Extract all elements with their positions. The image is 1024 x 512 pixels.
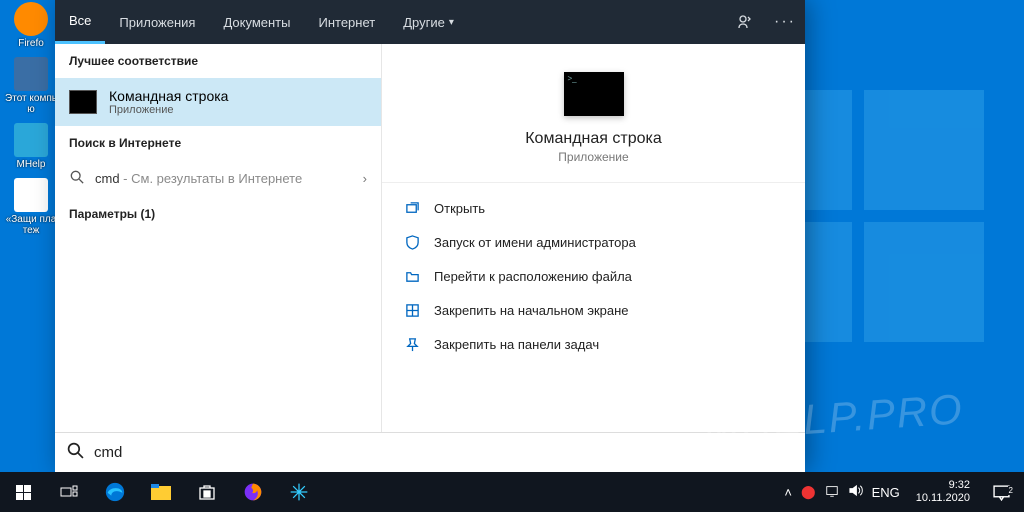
result-preview-pane: Командная строка Приложение Открыть Запу… <box>382 44 805 432</box>
tab-documents[interactable]: Документы <box>209 0 304 44</box>
tray-security-icon[interactable]: ⬤ <box>801 484 816 500</box>
taskbar-app-firefox[interactable] <box>230 472 276 512</box>
desktop-icons: Firefo Этот компью MHelp «Защи платеж <box>4 0 58 244</box>
taskbar-app-edge[interactable] <box>92 472 138 512</box>
pin-taskbar-icon <box>404 336 420 352</box>
more-options-icon[interactable]: ··· <box>765 0 805 44</box>
chevron-down-icon: ▾ <box>449 17 454 28</box>
open-icon <box>404 200 420 216</box>
task-view-button[interactable] <box>46 472 92 512</box>
action-pin-taskbar[interactable]: Закрепить на панели задач <box>382 327 805 361</box>
tray-network-icon[interactable] <box>825 484 839 501</box>
shield-icon <box>404 234 420 250</box>
search-input-row <box>55 432 805 472</box>
cmd-icon <box>69 90 97 114</box>
tray-chevron-up-icon[interactable]: ˄ <box>784 485 792 500</box>
app-tile-icon <box>564 72 624 116</box>
section-web: Поиск в Интернете <box>55 126 381 160</box>
preview-actions: Открыть Запуск от имени администратора П… <box>382 183 805 369</box>
tab-apps[interactable]: Приложения <box>105 0 209 44</box>
action-pin-start[interactable]: Закрепить на начальном экране <box>382 293 805 327</box>
chevron-right-icon: › <box>363 171 367 186</box>
action-open[interactable]: Открыть <box>382 191 805 225</box>
result-best-match[interactable]: Командная строка Приложение <box>55 78 381 126</box>
search-panel: Все Приложения Документы Интернет Другие… <box>55 0 805 472</box>
taskbar-app-explorer[interactable] <box>138 472 184 512</box>
search-tabs: Все Приложения Документы Интернет Другие… <box>55 0 805 44</box>
action-run-as-admin[interactable]: Запуск от имени администратора <box>382 225 805 259</box>
section-best-match: Лучшее соответствие <box>55 44 381 78</box>
tray-language[interactable]: ENG <box>872 485 900 500</box>
desktop-icon-this-pc[interactable]: Этот компью <box>4 57 58 115</box>
result-subtitle: Приложение <box>109 104 228 116</box>
result-web-search[interactable]: cmd - См. результаты в Интернете › <box>55 160 381 197</box>
taskbar: ˄ ⬤ ENG 9:32 10.11.2020 2 <box>0 472 1024 512</box>
section-settings: Параметры (1) <box>55 197 381 231</box>
search-input[interactable] <box>94 444 793 461</box>
tab-more[interactable]: Другие ▾ <box>389 0 468 44</box>
tray-volume-icon[interactable] <box>848 483 863 501</box>
desktop-icon-protect[interactable]: «Защи платеж <box>4 178 58 236</box>
folder-icon <box>404 268 420 284</box>
preview-title: Командная строка <box>525 130 662 148</box>
taskbar-clock[interactable]: 9:32 10.11.2020 <box>910 479 976 505</box>
pin-start-icon <box>404 302 420 318</box>
action-center-button[interactable]: 2 <box>986 484 1016 501</box>
taskbar-app-store[interactable] <box>184 472 230 512</box>
search-icon <box>67 442 84 464</box>
action-open-location[interactable]: Перейти к расположению файла <box>382 259 805 293</box>
results-list: Лучшее соответствие Командная строка При… <box>55 44 382 432</box>
desktop-icon-mhelp[interactable]: MHelp <box>4 123 58 170</box>
tab-all[interactable]: Все <box>55 0 105 44</box>
system-tray[interactable]: ˄ ⬤ ENG <box>784 483 899 501</box>
taskbar-app-snowflake[interactable] <box>276 472 322 512</box>
search-icon <box>69 170 85 187</box>
tab-internet[interactable]: Интернет <box>304 0 389 44</box>
feedback-icon[interactable] <box>725 0 765 44</box>
start-button[interactable] <box>0 472 46 512</box>
result-title: Командная строка <box>109 88 228 104</box>
preview-subtitle: Приложение <box>558 150 628 164</box>
desktop-icon-firefox[interactable]: Firefo <box>4 2 58 49</box>
